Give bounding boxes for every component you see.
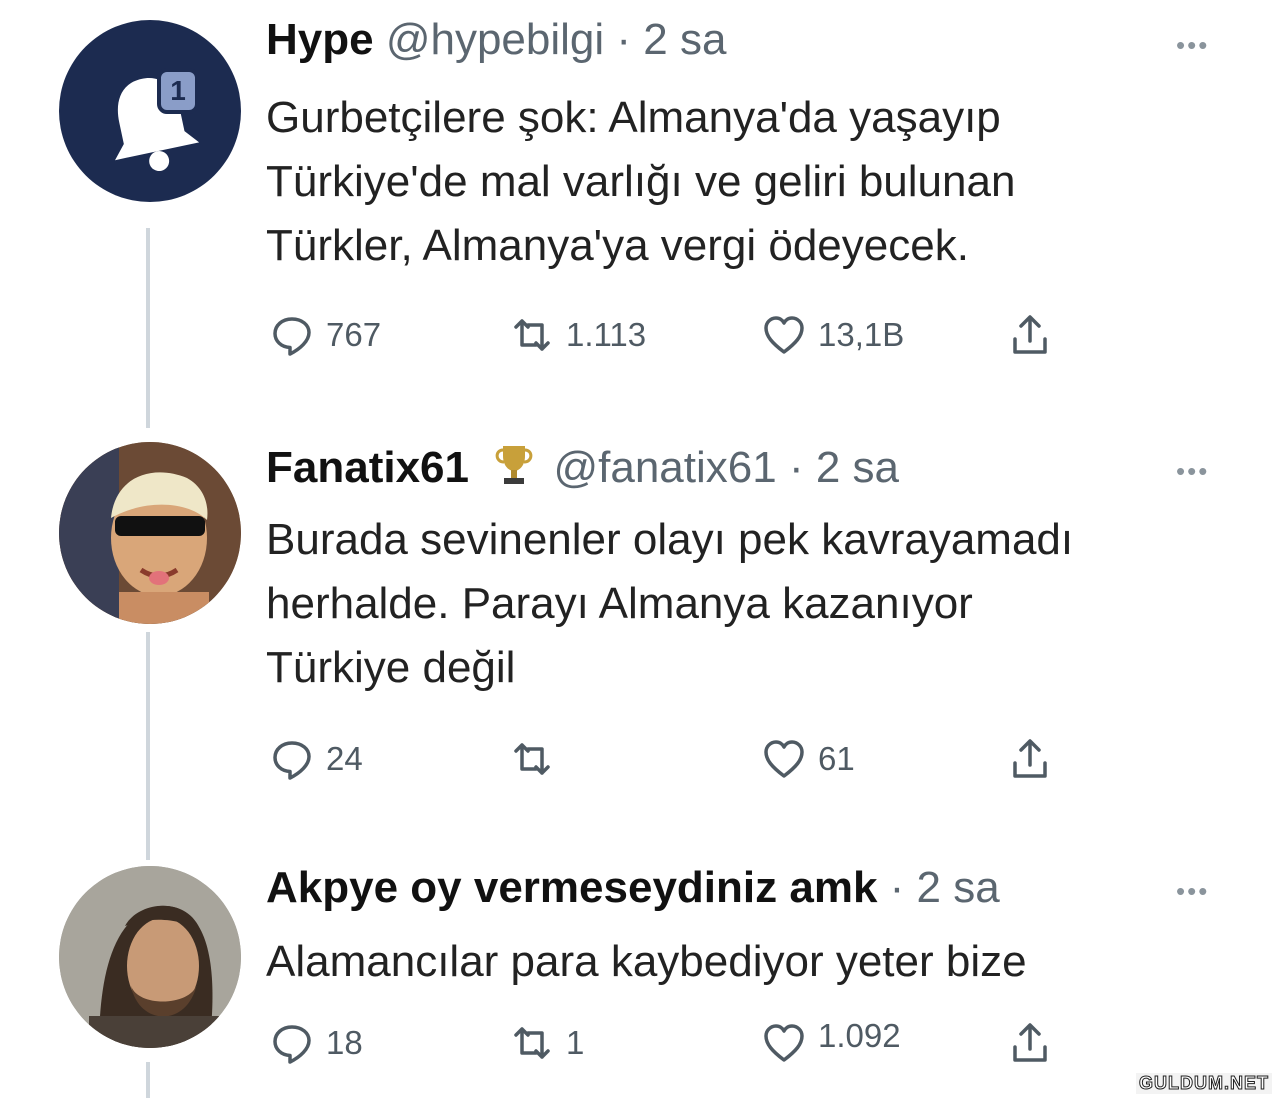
tweet-text-line: Gurbetçilere şok: Almanya'da yaşayıp — [266, 93, 1001, 142]
heart-icon — [764, 740, 804, 778]
share-icon — [1013, 315, 1047, 354]
like-button[interactable]: 1.092 — [762, 1017, 901, 1068]
more-options-icon[interactable]: ••• — [1176, 876, 1209, 907]
share-button[interactable] — [1008, 1018, 1052, 1068]
tweet-text-line: Türkiye değil — [266, 643, 516, 692]
timestamp[interactable]: · 2 sa — [616, 15, 726, 64]
like-count: 13,1B — [818, 316, 905, 353]
avatar[interactable] — [59, 442, 241, 624]
retweet-icon — [514, 1027, 550, 1059]
heart-icon — [764, 316, 804, 354]
share-icon — [1013, 739, 1047, 778]
like-button[interactable]: 61 — [762, 734, 855, 784]
profile-photo — [59, 866, 241, 1048]
like-button[interactable]: 13,1B — [762, 310, 904, 360]
trophy-icon — [495, 446, 533, 484]
tweet-text: Alamancılar para kaybediyor yeter bize — [266, 930, 1027, 994]
handle[interactable]: @hypebilgi — [386, 15, 604, 64]
retweet-icon — [514, 319, 550, 351]
retweet-button[interactable]: 1 — [510, 1018, 584, 1068]
bell-icon — [115, 68, 200, 172]
tweet-header: Akpye oy vermeseydiniz amk · 2 sa — [266, 862, 1000, 914]
share-icon — [1013, 1023, 1047, 1062]
reply-icon — [273, 317, 311, 356]
heart-icon — [764, 1024, 804, 1062]
tweet-text-line: Alamancılar para kaybediyor yeter bize — [266, 937, 1027, 986]
tweet-header: Fanatix61 @fanatix61 · 2 sa — [266, 440, 899, 494]
reply-icon — [273, 1025, 311, 1064]
tweet-actions: 24 61 — [270, 734, 1070, 784]
avatar[interactable] — [59, 866, 241, 1048]
reply-button[interactable]: 24 — [270, 734, 363, 784]
tweet-text-line: Burada sevinenler olayı pek kavrayamadı — [266, 515, 1074, 564]
retweet-count: 1 — [566, 1024, 585, 1061]
timestamp[interactable]: · 2 sa — [789, 443, 899, 492]
handle[interactable]: @fanatix61 — [553, 443, 776, 492]
tweet-header: Hype @hypebilgi · 2 sa — [266, 14, 726, 66]
display-name[interactable]: Akpye oy vermeseydiniz amk — [266, 863, 877, 912]
reply-icon — [273, 741, 311, 780]
profile-photo — [59, 442, 241, 624]
reply-count: 18 — [326, 1024, 363, 1061]
reply-button[interactable]: 767 — [270, 310, 381, 360]
share-button[interactable] — [1008, 734, 1052, 784]
timestamp[interactable]: · 2 sa — [890, 863, 1000, 912]
reply-count: 24 — [326, 740, 363, 777]
tweet-text-line: herhalde. Parayı Almanya kazanıyor — [266, 579, 973, 628]
retweet-icon — [514, 743, 550, 775]
like-count: 61 — [818, 740, 855, 777]
more-options-icon[interactable]: ••• — [1176, 30, 1209, 61]
share-button[interactable] — [1008, 310, 1052, 360]
reply-button[interactable]: 18 — [270, 1018, 363, 1068]
display-name[interactable]: Fanatix61 — [266, 443, 469, 492]
display-name[interactable]: Hype — [266, 15, 374, 64]
avatar[interactable]: 1 — [59, 20, 241, 202]
tweet-text-line: Türkiye'de mal varlığı ve geliri bulunan — [266, 157, 1016, 206]
retweet-count: 1.113 — [566, 316, 647, 353]
retweet-button[interactable]: 1.113 — [510, 310, 646, 360]
tweet-actions: 18 1 1.092 — [270, 1017, 1070, 1068]
tweet-text-line: Türkler, Almanya'ya vergi ödeyecek. — [266, 221, 969, 270]
more-options-icon[interactable]: ••• — [1176, 456, 1209, 487]
thread-line — [146, 632, 150, 860]
like-count: 1.092 — [818, 1017, 901, 1054]
thread-line — [146, 228, 150, 428]
retweet-button[interactable] — [510, 734, 566, 784]
thread-line — [146, 1062, 150, 1098]
watermark: GULDUM.NET — [1136, 1073, 1272, 1094]
notification-badge: 1 — [170, 75, 186, 106]
tweet-text: Gurbetçilere şok: Almanya'da yaşayıp Tür… — [266, 86, 1015, 278]
reply-count: 767 — [326, 316, 382, 353]
tweet-actions: 767 1.113 13,1B — [270, 310, 1070, 360]
tweet-text: Burada sevinenler olayı pek kavrayamadı … — [266, 508, 1073, 700]
